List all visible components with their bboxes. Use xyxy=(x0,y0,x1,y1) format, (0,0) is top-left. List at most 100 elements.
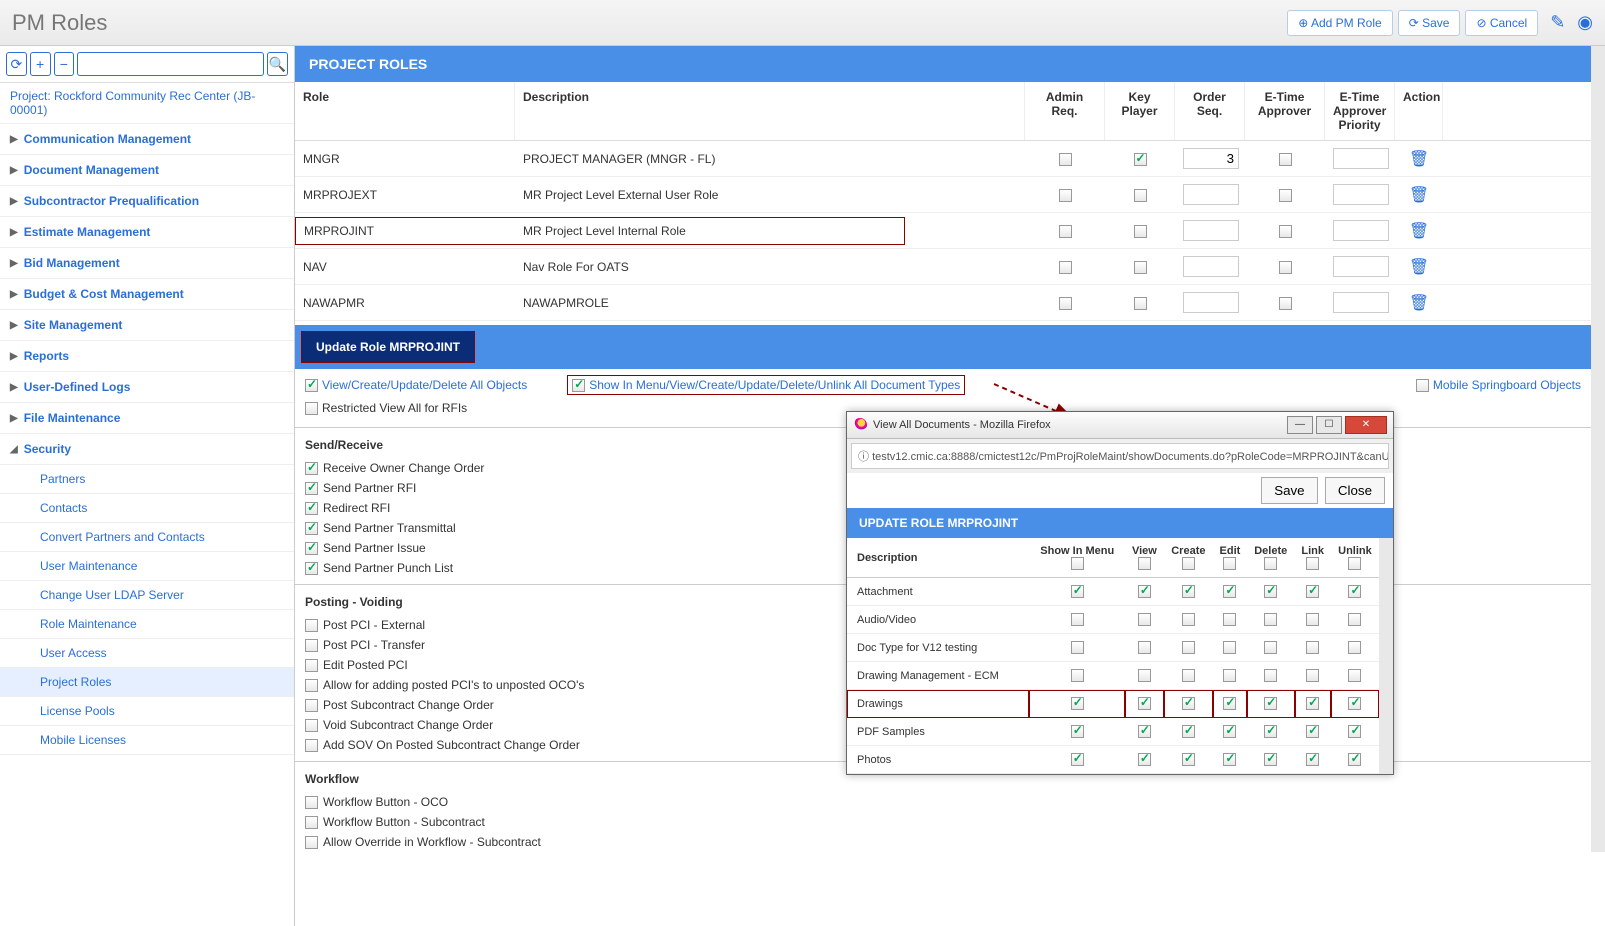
checkbox-icon[interactable] xyxy=(1264,613,1277,626)
checkbox-icon[interactable] xyxy=(1182,613,1195,626)
etime-priority-input[interactable] xyxy=(1333,292,1389,313)
checkbox-icon[interactable] xyxy=(1223,557,1236,570)
checkbox-icon[interactable] xyxy=(305,679,318,692)
etime-priority-input[interactable] xyxy=(1333,148,1389,169)
col-order-seq[interactable]: Order Seq. xyxy=(1175,82,1245,140)
order-seq-input[interactable] xyxy=(1183,256,1239,277)
subtree-item[interactable]: Mobile Licenses xyxy=(0,725,294,754)
checkbox-icon[interactable] xyxy=(1306,753,1319,766)
checkbox-icon[interactable] xyxy=(305,699,318,712)
checkbox-icon[interactable] xyxy=(1182,753,1195,766)
mobile-springboard-option[interactable]: Mobile Springboard Objects xyxy=(1416,378,1581,392)
doc-col-4[interactable]: Edit xyxy=(1213,538,1247,578)
order-seq-input[interactable] xyxy=(1183,148,1239,169)
checkbox-icon[interactable] xyxy=(1138,753,1151,766)
checkbox-icon[interactable] xyxy=(1264,669,1277,682)
delete-icon[interactable]: 🗑 xyxy=(1409,187,1429,204)
checkbox-icon[interactable] xyxy=(1264,585,1277,598)
checkbox-icon[interactable] xyxy=(1138,725,1151,738)
save-button[interactable]: ⟳ Save xyxy=(1398,10,1461,36)
checkbox-icon[interactable] xyxy=(1306,585,1319,598)
doc-row[interactable]: Audio/Video xyxy=(847,606,1379,634)
doc-row[interactable]: Attachment xyxy=(847,578,1379,606)
restricted-view-rfi-option[interactable]: Restricted View All for RFIs xyxy=(305,401,467,415)
checkbox-icon[interactable] xyxy=(1182,557,1195,570)
checkbox-icon[interactable] xyxy=(1071,669,1084,682)
option-row[interactable]: Allow Override in Workflow - Subcontract xyxy=(295,832,1591,852)
checkbox-icon[interactable] xyxy=(1264,557,1277,570)
maximize-button[interactable]: ☐ xyxy=(1316,416,1342,434)
expand-button[interactable]: + xyxy=(30,52,51,76)
tree-item-document-management[interactable]: ▶Document Management xyxy=(0,155,294,185)
checkbox-icon[interactable] xyxy=(1279,261,1292,274)
checkbox-icon[interactable] xyxy=(1348,697,1361,710)
cancel-button[interactable]: ⊘ Cancel xyxy=(1465,10,1538,36)
subtree-item[interactable]: User Access xyxy=(0,638,294,667)
window-close-button[interactable]: ✕ xyxy=(1345,416,1387,434)
popup-url-bar[interactable]: ⓘ testv12.cmic.ca:8888/cmictest12c/PmPro… xyxy=(851,443,1389,469)
doc-row[interactable]: Drawings xyxy=(847,690,1379,718)
checkbox-icon[interactable] xyxy=(1264,641,1277,654)
checkbox-icon[interactable] xyxy=(1348,613,1361,626)
doc-col-5[interactable]: Delete xyxy=(1247,538,1295,578)
subtree-item[interactable]: Convert Partners and Contacts xyxy=(0,522,294,551)
delete-icon[interactable]: 🗑 xyxy=(1409,295,1429,312)
checkbox-icon[interactable] xyxy=(305,796,318,809)
order-seq-input[interactable] xyxy=(1183,220,1239,241)
checkbox-icon[interactable] xyxy=(1059,225,1072,238)
tree-item-file-maintenance[interactable]: ▶File Maintenance xyxy=(0,403,294,433)
order-seq-input[interactable] xyxy=(1183,184,1239,205)
subtree-item[interactable]: User Maintenance xyxy=(0,551,294,580)
checkbox-icon[interactable] xyxy=(305,462,318,475)
checkbox-icon[interactable] xyxy=(1223,669,1236,682)
checkbox-icon[interactable] xyxy=(1059,261,1072,274)
checkbox-icon[interactable] xyxy=(1071,613,1084,626)
subtree-item[interactable]: Role Maintenance xyxy=(0,609,294,638)
checkbox-icon[interactable] xyxy=(1071,725,1084,738)
checkbox-icon[interactable] xyxy=(1348,725,1361,738)
search-button[interactable]: 🔍 xyxy=(267,52,288,76)
checkbox-icon[interactable] xyxy=(305,482,318,495)
checkbox-icon[interactable] xyxy=(1306,557,1319,570)
col-action[interactable]: Action xyxy=(1395,82,1443,140)
tree-item-user-defined-logs[interactable]: ▶User-Defined Logs xyxy=(0,372,294,402)
checkbox-icon[interactable] xyxy=(305,502,318,515)
refresh-button[interactable]: ⟳ xyxy=(6,52,27,76)
grid-row[interactable]: NAV Nav Role For OATS 🗑 xyxy=(295,249,1591,285)
checkbox-icon[interactable] xyxy=(1348,641,1361,654)
checkbox-icon[interactable] xyxy=(1071,641,1084,654)
subtree-item[interactable]: Partners xyxy=(0,464,294,493)
checkbox-icon[interactable] xyxy=(1134,153,1147,166)
checkbox-icon[interactable] xyxy=(1134,297,1147,310)
checkbox-icon[interactable] xyxy=(1138,557,1151,570)
checkbox-icon[interactable] xyxy=(305,719,318,732)
etime-priority-input[interactable] xyxy=(1333,184,1389,205)
etime-priority-input[interactable] xyxy=(1333,220,1389,241)
user-icon[interactable]: ◉ xyxy=(1577,12,1593,33)
checkbox-icon[interactable] xyxy=(1223,641,1236,654)
doc-col-2[interactable]: View xyxy=(1125,538,1163,578)
checkbox-icon[interactable] xyxy=(1223,613,1236,626)
doc-row[interactable]: Drawing Management - ECM xyxy=(847,662,1379,690)
checkbox-icon[interactable] xyxy=(1306,641,1319,654)
checkbox-icon[interactable] xyxy=(1071,753,1084,766)
tree-item-bid-management[interactable]: ▶Bid Management xyxy=(0,248,294,278)
delete-icon[interactable]: 🗑 xyxy=(1409,151,1429,168)
checkbox-icon[interactable] xyxy=(1059,297,1072,310)
project-label[interactable]: Project: Rockford Community Rec Center (… xyxy=(0,83,294,124)
checkbox-icon[interactable] xyxy=(1071,585,1084,598)
tree-item-estimate-management[interactable]: ▶Estimate Management xyxy=(0,217,294,247)
checkbox-icon[interactable] xyxy=(1223,753,1236,766)
doc-col-1[interactable]: Show In Menu xyxy=(1029,538,1125,578)
subtree-item[interactable]: Change User LDAP Server xyxy=(0,580,294,609)
checkbox-icon[interactable] xyxy=(1279,153,1292,166)
popup-titlebar[interactable]: View All Documents - Mozilla Firefox — ☐… xyxy=(847,412,1393,439)
tree-item-security[interactable]: ◢Security xyxy=(0,434,294,464)
grid-row[interactable]: MRPROJEXT MR Project Level External User… xyxy=(295,177,1591,213)
delete-icon[interactable]: 🗑 xyxy=(1409,259,1429,276)
checkbox-icon[interactable] xyxy=(305,522,318,535)
checkbox-icon[interactable] xyxy=(1223,697,1236,710)
checkbox-icon[interactable] xyxy=(305,542,318,555)
checkbox-icon[interactable] xyxy=(305,659,318,672)
checkbox-icon[interactable] xyxy=(1071,557,1084,570)
